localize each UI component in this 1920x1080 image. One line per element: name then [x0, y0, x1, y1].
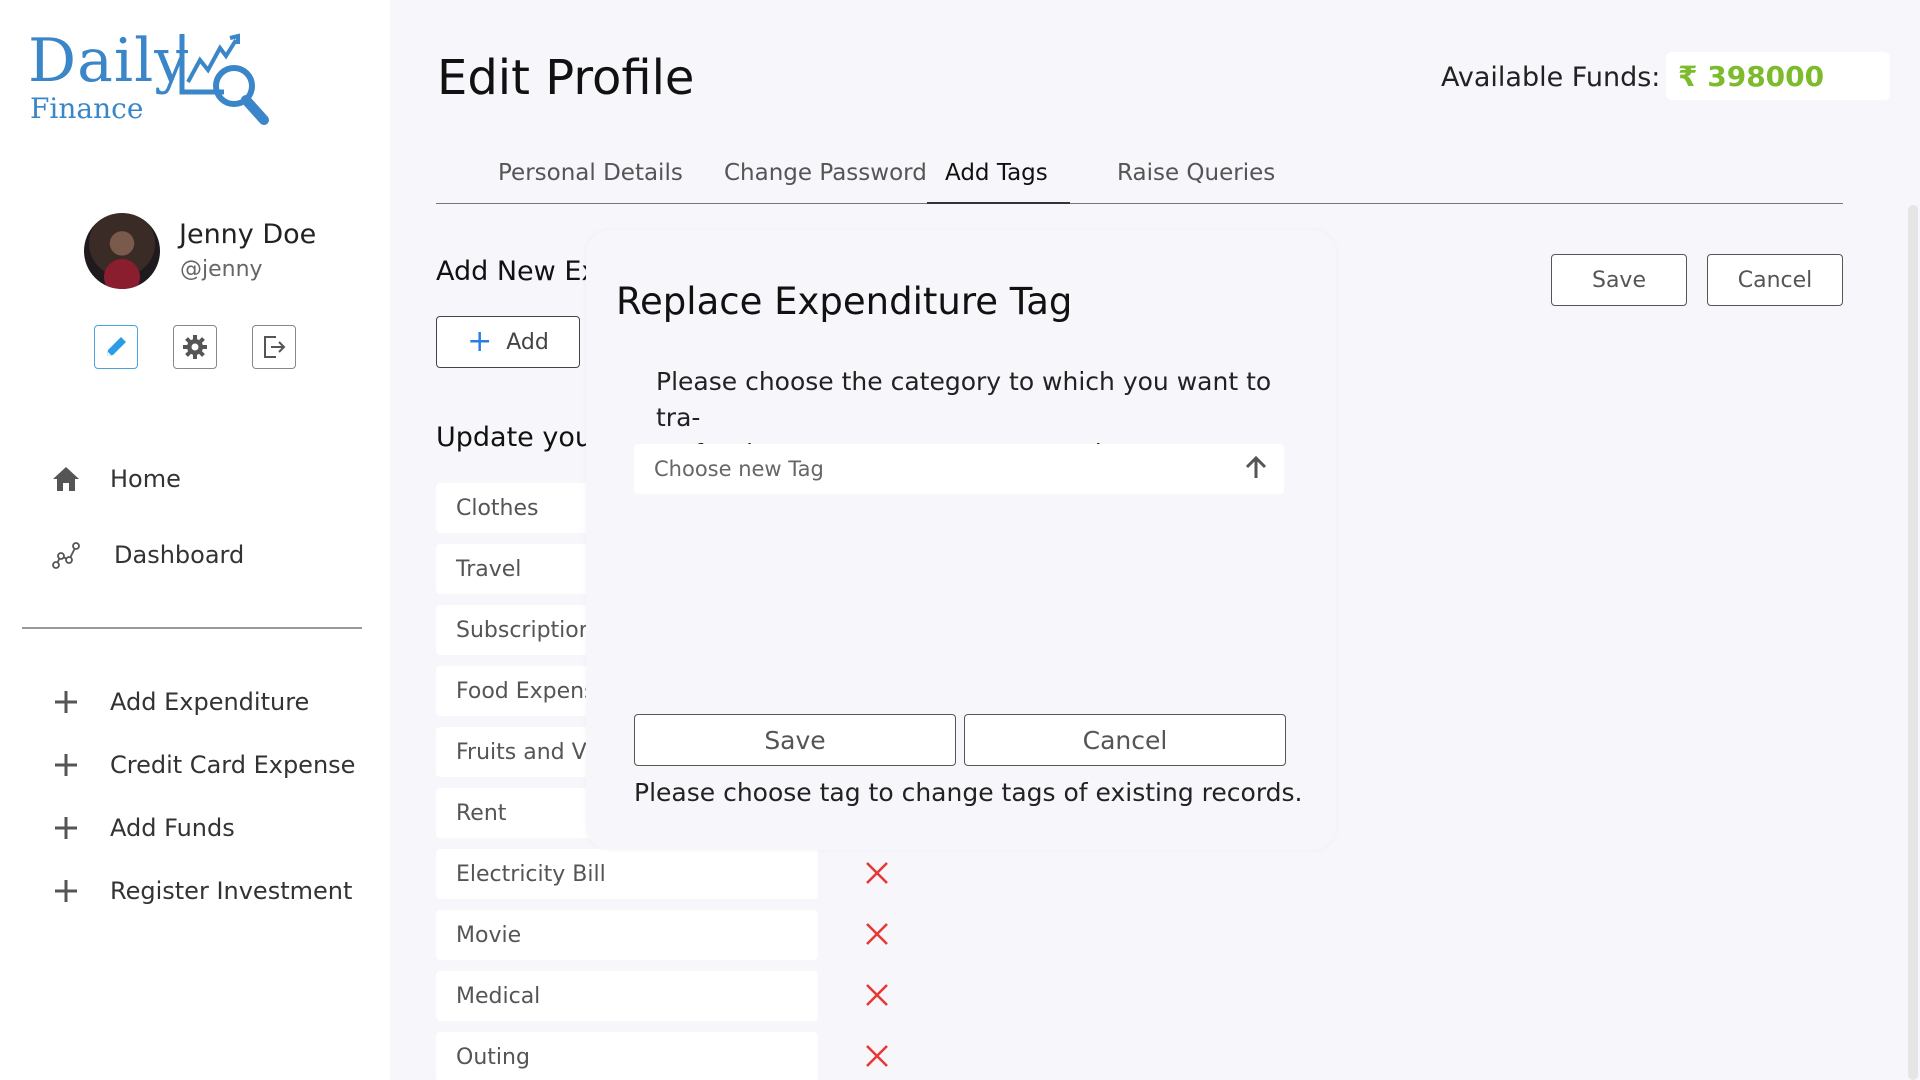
- plus-icon: [50, 686, 82, 718]
- nav-label-credit-card-expense: Credit Card Expense: [110, 751, 356, 779]
- page-title: Edit Profile: [437, 50, 695, 106]
- nav-item-dashboard[interactable]: Dashboard: [50, 539, 244, 571]
- delete-tag-icon[interactable]: [864, 1043, 890, 1069]
- pencil-icon: [107, 337, 126, 356]
- settings-button[interactable]: [173, 325, 217, 369]
- nav-label-register-investment: Register Investment: [110, 877, 353, 905]
- edit-profile-button[interactable]: [94, 325, 138, 369]
- chart-magnifier-icon: [179, 33, 269, 125]
- add-tag-button-label: Add: [506, 329, 549, 355]
- plus-icon: [50, 812, 82, 844]
- tag-row[interactable]: Outing: [436, 1032, 818, 1080]
- delete-tag-icon[interactable]: [864, 921, 890, 947]
- delete-tag-icon[interactable]: [864, 982, 890, 1008]
- user-name: Jenny Doe: [179, 219, 317, 250]
- plus-icon: [50, 749, 82, 781]
- tab-raise-queries[interactable]: Raise Queries: [1117, 160, 1275, 204]
- logo-text-daily: Daily: [28, 26, 190, 96]
- available-funds-label: Available Funds:: [1441, 62, 1661, 93]
- nav-item-register-investment[interactable]: Register Investment: [50, 875, 352, 907]
- nav-item-home[interactable]: Home: [50, 463, 181, 495]
- analytics-icon: [50, 539, 82, 571]
- nav-item-credit-card-expense[interactable]: Credit Card Expense: [50, 749, 355, 781]
- nav-label-add-funds: Add Funds: [110, 814, 235, 842]
- new-tag-select[interactable]: Choose new Tag: [634, 444, 1284, 494]
- gear-icon: [183, 335, 207, 359]
- tag-row[interactable]: Electricity Bill: [436, 849, 818, 899]
- tag-row[interactable]: Medical: [436, 971, 818, 1021]
- replace-tag-modal: Replace Expenditure Tag Please choose th…: [586, 230, 1336, 850]
- add-tag-section-title: Add New Ex: [436, 256, 598, 287]
- nav-item-add-funds[interactable]: Add Funds: [50, 812, 235, 844]
- cancel-button[interactable]: Cancel: [1707, 254, 1843, 306]
- tag-row[interactable]: Movie: [436, 910, 818, 960]
- page-scrollbar[interactable]: [1908, 205, 1918, 1080]
- app-logo[interactable]: Daily Finance: [28, 26, 288, 126]
- home-icon: [50, 463, 82, 495]
- update-tags-section-title: Update you: [436, 422, 592, 453]
- sidebar: Daily Finance Jenny Doe @jenny Home Dash…: [0, 0, 390, 1080]
- new-tag-select-placeholder: Choose new Tag: [654, 457, 824, 481]
- user-profile: Jenny Doe @jenny: [84, 213, 384, 293]
- modal-note: Please choose tag to change tags of exis…: [634, 778, 1303, 807]
- arrow-up-icon: [1245, 455, 1267, 478]
- avatar[interactable]: [84, 213, 160, 289]
- delete-tag-icon[interactable]: [864, 860, 890, 886]
- logout-button[interactable]: [252, 325, 296, 369]
- tab-personal-details[interactable]: Personal Details: [498, 160, 683, 204]
- logo-text-finance: Finance: [30, 92, 144, 125]
- user-handle: @jenny: [180, 257, 263, 282]
- nav-label-dashboard: Dashboard: [114, 541, 245, 569]
- plus-icon: +: [467, 324, 493, 359]
- tab-change-password[interactable]: Change Password: [724, 160, 927, 204]
- profile-tabs: Personal Details Change Password Add Tag…: [436, 150, 1843, 204]
- modal-cancel-button[interactable]: Cancel: [964, 714, 1286, 766]
- available-funds-value: ₹ 398000: [1666, 52, 1890, 100]
- modal-save-button[interactable]: Save: [634, 714, 956, 766]
- modal-description-line: Please choose the category to which you …: [656, 367, 1272, 432]
- nav-item-add-expenditure[interactable]: Add Expenditure: [50, 686, 309, 718]
- add-tag-button[interactable]: + Add: [436, 316, 580, 368]
- plus-icon: [50, 875, 82, 907]
- nav-label-add-expenditure: Add Expenditure: [110, 688, 310, 716]
- tab-add-tags[interactable]: Add Tags: [927, 160, 1070, 204]
- save-button[interactable]: Save: [1551, 254, 1687, 306]
- sidebar-divider: [22, 627, 362, 629]
- modal-title: Replace Expenditure Tag: [616, 280, 1073, 323]
- nav-label-home: Home: [110, 465, 181, 493]
- logout-icon: [264, 336, 286, 358]
